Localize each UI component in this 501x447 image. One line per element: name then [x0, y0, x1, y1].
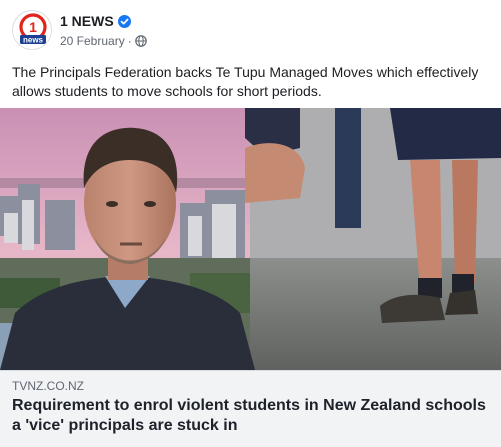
verified-badge-icon	[117, 15, 131, 28]
link-domain: TVNZ.CO.NZ	[12, 379, 84, 393]
logo-text: news	[23, 35, 44, 44]
1news-logo-icon: 1 news	[13, 11, 51, 49]
post-date[interactable]: 20 February	[60, 34, 125, 48]
news-photo	[0, 108, 501, 370]
meta-separator: ·	[127, 34, 132, 48]
page-name-link[interactable]: 1 NEWS	[60, 12, 131, 30]
link-preview-box[interactable]: TVNZ.CO.NZ Requirement to enrol violent …	[0, 370, 501, 447]
facebook-post: 1 news 1 NEWS 20 February · The Principal…	[0, 0, 501, 447]
post-message: The Principals Federation backs Te Tupu …	[12, 64, 479, 99]
link-preview-image[interactable]	[0, 108, 501, 370]
globe-icon[interactable]	[134, 35, 147, 47]
link-headline[interactable]: Requirement to enrol violent students in…	[12, 396, 490, 436]
post-header: 1 news 1 NEWS 20 February ·	[12, 8, 492, 56]
post-meta: 20 February ·	[60, 33, 147, 49]
page-name[interactable]: 1 NEWS	[60, 13, 114, 29]
logo-number: 1	[29, 19, 37, 35]
page-avatar[interactable]: 1 news	[12, 10, 52, 50]
